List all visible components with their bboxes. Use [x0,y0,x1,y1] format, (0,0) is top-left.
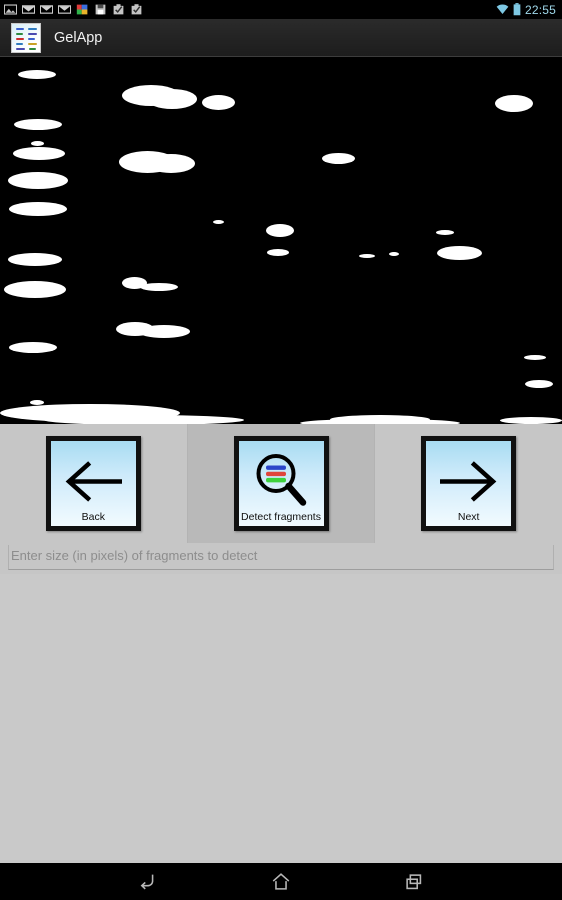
gel-band-blob [437,246,482,260]
gel-band-blob [436,230,454,235]
gel-band-blob [9,342,57,353]
gel-band-blob [8,172,68,189]
gel-band-blob [525,380,553,388]
next-button[interactable]: Next [375,424,562,543]
gel-band-blob [140,283,178,291]
android-navigation-bar [0,863,562,900]
next-button-tile[interactable]: Next [421,436,517,531]
gel-band-blob [147,154,195,173]
fragment-size-input-container [0,543,562,574]
detect-fragments-button-label: Detect fragments [241,510,321,523]
gel-band-blob [495,95,533,112]
email-icon [40,5,53,14]
gel-band-blob [40,149,62,158]
gel-band-blob [524,355,546,360]
gel-band-blob [267,249,289,256]
app-action-bar: GelApp [0,19,562,57]
action-button-row: Back Detect fragments Next [0,424,562,543]
gel-band-blob [14,119,62,130]
gelapp-icon[interactable] [11,22,41,53]
gel-band-blob [8,253,62,266]
magnifier-gel-icon [256,453,307,506]
nav-home-icon [272,872,290,890]
next-button-label: Next [457,510,480,523]
gel-band-blob [359,254,375,258]
gel-band-blob [4,281,66,298]
gel-band-blob [44,415,244,424]
detect-fragments-button[interactable]: Detect fragments [187,424,376,543]
page-title: GelApp [54,29,103,46]
gel-band-blob [322,153,355,164]
gel-band-blob [30,400,44,405]
gel-band-blob [389,252,399,256]
arrow-left-icon [65,460,123,502]
gel-band-blob [202,95,235,110]
wifi-icon [496,4,509,14]
gel-band-blob [9,202,67,216]
gel-band-blob [500,417,562,424]
status-clock: 22:55 [524,2,556,17]
nav-back-icon [140,874,154,889]
gel-band-blob [138,325,190,338]
detect-fragments-button-tile[interactable]: Detect fragments [233,436,329,531]
back-button-tile[interactable]: Back [45,436,141,531]
nav-recents-button[interactable] [395,867,433,897]
back-button[interactable]: Back [0,424,188,543]
gel-band-blob [213,220,224,224]
back-button-label: Back [81,510,105,523]
gel-image-view[interactable] [0,57,562,424]
screenshot-icon [4,4,17,15]
status-system-icons: 22:55 [496,3,556,17]
android-status-bar[interactable]: 22:55 [0,0,562,19]
arrow-right-icon [439,460,497,502]
fragment-size-input[interactable] [8,545,554,570]
email-icon [58,5,71,14]
task-complete-icon [113,4,124,15]
results-empty-area [0,574,562,863]
gel-band-blob [266,224,294,237]
email-icon [22,5,35,14]
nav-back-button[interactable] [129,867,167,897]
gel-band-blob [147,89,197,109]
battery-icon [513,3,521,16]
task-complete-icon [131,4,142,15]
nav-home-button[interactable] [262,867,300,897]
nav-recents-icon [406,873,422,889]
status-notification-icons [4,3,496,16]
photos-icon [76,4,88,15]
gel-band-blob [31,141,44,146]
gel-band-blob [18,70,56,79]
save-icon [95,4,106,15]
